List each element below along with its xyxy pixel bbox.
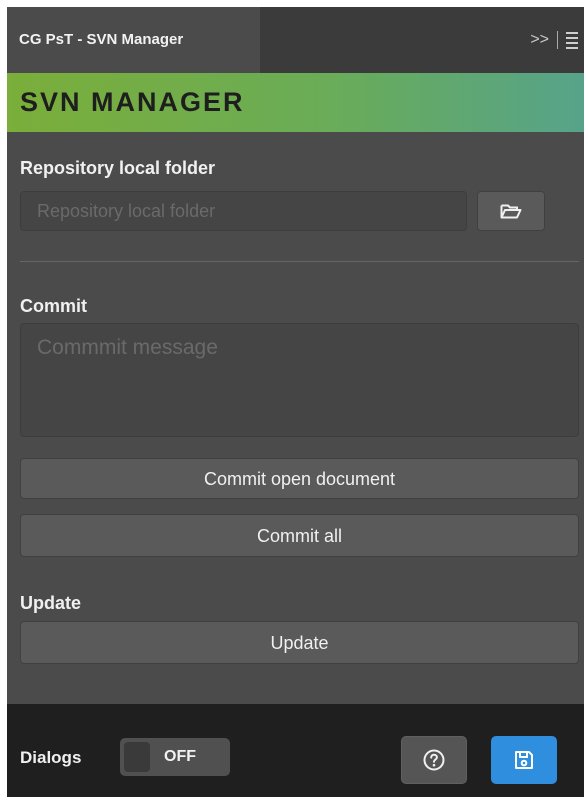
commit-open-document-button[interactable]: Commit open document	[20, 458, 579, 499]
panel-tab-strip: CG PsT - SVN Manager >>	[7, 7, 584, 73]
commit-all-label: Commit all	[256, 526, 342, 546]
browse-folder-button[interactable]	[477, 191, 545, 231]
help-button[interactable]	[401, 736, 467, 784]
commit-message-input[interactable]: Commmit message	[20, 323, 579, 437]
svn-manager-panel: CG PsT - SVN Manager >> SVN MANAGER Repo…	[7, 7, 584, 797]
dialogs-toggle[interactable]: OFF	[120, 738, 230, 776]
commit-message-placeholder: Commmit message	[37, 336, 218, 359]
commit-open-document-label: Commit open document	[203, 469, 396, 489]
header-banner: SVN MANAGER	[7, 73, 584, 132]
tab-label: CG PsT - SVN Manager	[19, 31, 184, 48]
tab-svn-manager[interactable]: CG PsT - SVN Manager	[7, 7, 260, 73]
update-button[interactable]: Update	[20, 621, 579, 664]
help-circle-icon	[423, 749, 445, 771]
commit-section-label: Commit	[20, 296, 87, 316]
banner-title: SVN MANAGER	[20, 87, 245, 117]
tab-tools-separator	[557, 31, 558, 49]
repository-folder-input[interactable]: Repository local folder	[20, 191, 467, 231]
toggle-state: OFF	[164, 748, 196, 765]
folder-open-icon	[500, 204, 522, 219]
repository-folder-label: Repository local folder	[20, 158, 216, 178]
repository-folder-placeholder: Repository local folder	[37, 201, 216, 221]
dialogs-label: Dialogs	[20, 748, 82, 767]
commit-all-button[interactable]: Commit all	[20, 514, 579, 557]
update-button-label: Update	[270, 633, 329, 653]
update-section-label: Update	[20, 593, 82, 613]
save-button[interactable]	[491, 736, 557, 784]
section-divider	[20, 261, 579, 262]
footer-bar: Dialogs OFF	[7, 704, 584, 797]
tab-tools: >>	[530, 7, 584, 73]
save-icon	[515, 751, 533, 769]
hamburger-menu-icon[interactable]	[566, 31, 578, 49]
expand-panels-icon[interactable]: >>	[530, 31, 549, 49]
toggle-knob	[124, 742, 150, 772]
